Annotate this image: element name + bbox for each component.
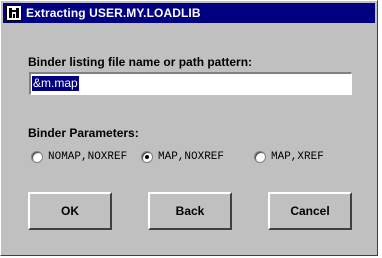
radio-button-icon[interactable] — [31, 151, 43, 163]
title-bar[interactable]: Extracting USER.MY.LOADLIB — [3, 3, 375, 23]
cancel-button[interactable]: Cancel — [268, 192, 352, 230]
radio-label: MAP,XREF — [271, 151, 324, 163]
radio-map-noxref[interactable]: MAP,NOXREF — [141, 151, 224, 163]
app-window-icon — [6, 5, 22, 21]
params-label: Binder Parameters: — [28, 126, 139, 140]
listing-label: Binder listing file name or path pattern… — [28, 55, 253, 69]
radio-label: NOMAP,NOXREF — [48, 151, 128, 163]
radio-button-icon[interactable] — [254, 151, 266, 163]
ok-button[interactable]: OK — [28, 192, 112, 230]
radio-nomap-noxref[interactable]: NOMAP,NOXREF — [31, 151, 127, 163]
listing-path-input[interactable]: &m.map — [29, 72, 352, 95]
listing-path-value: &m.map — [32, 76, 79, 91]
radio-button-checked-icon[interactable] — [141, 151, 153, 163]
dialog-window: Extracting USER.MY.LOADLIB Binder listin… — [0, 0, 378, 256]
back-button[interactable]: Back — [148, 192, 232, 230]
radio-map-xref[interactable]: MAP,XREF — [254, 151, 324, 163]
radio-label: MAP,NOXREF — [158, 151, 225, 163]
window-title: Extracting USER.MY.LOADLIB — [26, 6, 201, 20]
